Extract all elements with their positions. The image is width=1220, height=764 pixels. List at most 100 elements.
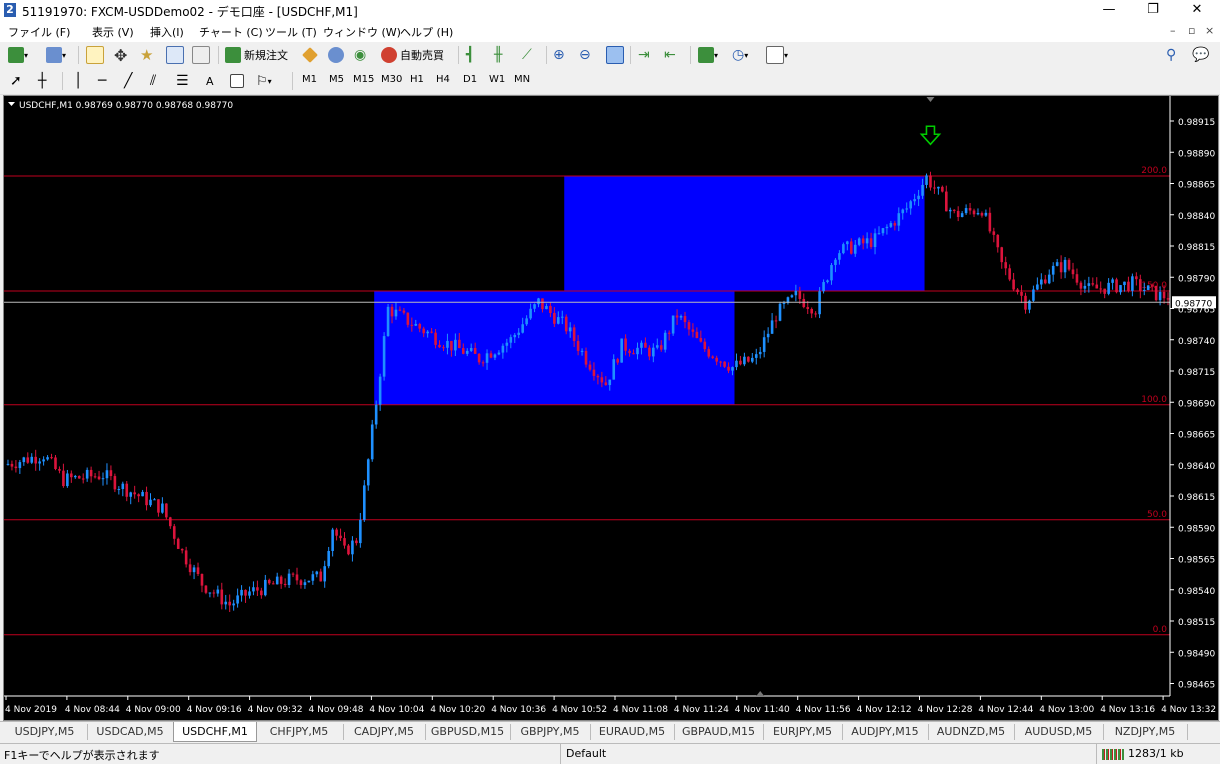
- menu-help[interactable]: ヘルプ (H): [400, 24, 453, 40]
- candle-body: [1162, 291, 1166, 299]
- mdi-restore-icon[interactable]: ▫: [1188, 24, 1195, 37]
- tab-usdcad-m5[interactable]: USDCAD,M5: [87, 724, 174, 740]
- fibonacci-icon[interactable]: ☰: [176, 72, 189, 90]
- zoom-out-icon[interactable]: ⊖: [579, 46, 591, 64]
- cursor-icon[interactable]: ➚: [10, 72, 22, 90]
- time-tick-label: 4 Nov 12:28: [918, 705, 973, 715]
- menu-insert[interactable]: 挿入(I): [150, 24, 184, 40]
- chat-icon[interactable]: 💬: [1192, 46, 1209, 64]
- profiles-icon[interactable]: ▾: [46, 46, 66, 64]
- candle-body: [1020, 291, 1023, 296]
- timeframe-h4[interactable]: H4: [436, 74, 450, 85]
- chart-shift-icon[interactable]: ⇤: [664, 46, 676, 64]
- tab-audusd-m5[interactable]: AUDUSD,M5: [1014, 724, 1104, 740]
- indicators-icon[interactable]: ▾: [698, 46, 718, 64]
- signals-icon[interactable]: [328, 46, 344, 64]
- candle-body: [636, 347, 639, 355]
- menu-file[interactable]: ファイル (F): [8, 24, 70, 40]
- price-tick-label: 0.98590: [1178, 524, 1215, 534]
- bar-chart-icon[interactable]: ┫: [466, 46, 474, 64]
- candle-body: [735, 360, 738, 368]
- candle-body: [212, 592, 216, 594]
- candle-body: [129, 492, 133, 497]
- candle-body: [1123, 281, 1126, 286]
- trendline-icon[interactable]: ╱: [124, 72, 132, 90]
- text-label-icon[interactable]: [230, 72, 244, 90]
- tab-usdchf-m1[interactable]: USDCHF,M1: [173, 722, 257, 742]
- new-order-button[interactable]: 新規注文: [225, 46, 288, 64]
- candle-body: [141, 491, 144, 497]
- tab-eurjpy-m5[interactable]: EURJPY,M5: [763, 724, 843, 740]
- candle-body: [26, 457, 30, 463]
- tab-chfjpy-m5[interactable]: CHFJPY,M5: [255, 724, 344, 740]
- menu-window[interactable]: ウィンドウ (W): [323, 24, 401, 40]
- auto-trading-button[interactable]: 自動売買: [381, 46, 444, 64]
- navigator-icon[interactable]: ★: [140, 46, 153, 64]
- candle-body: [469, 348, 473, 351]
- tab-euraud-m5[interactable]: EURAUD,M5: [590, 724, 675, 740]
- equidistant-channel-icon[interactable]: ⫽: [150, 72, 156, 90]
- menu-chart[interactable]: チャート (C): [199, 24, 263, 40]
- autoscroll-icon[interactable]: ⇥: [638, 46, 650, 64]
- new-order-icon: [225, 47, 241, 63]
- market-icon[interactable]: ◉: [354, 46, 366, 64]
- vertical-line-icon[interactable]: │: [74, 72, 82, 90]
- timeframe-d1[interactable]: D1: [463, 74, 477, 85]
- line-chart-icon[interactable]: ⟋: [522, 46, 532, 64]
- shapes-icon[interactable]: ⚐ ▾: [256, 72, 272, 90]
- minimize-button[interactable]: —: [1086, 0, 1132, 20]
- candle-body: [960, 213, 964, 218]
- candle-body: [873, 233, 877, 248]
- timeframe-m15[interactable]: M15: [353, 74, 374, 85]
- candle-body: [370, 424, 374, 460]
- mdi-close-icon[interactable]: ×: [1205, 24, 1214, 37]
- chart-window[interactable]: 200.0 150.0 100.0 50.0 0.0 0.98915 0.98890 0.98…: [3, 95, 1219, 721]
- horizontal-line-icon[interactable]: ─: [98, 72, 106, 90]
- tab-usdjpy-m5[interactable]: USDJPY,M5: [2, 724, 88, 740]
- timeframe-w1[interactable]: W1: [489, 74, 505, 85]
- timeframe-h1[interactable]: H1: [410, 74, 424, 85]
- mdi-minimize-icon[interactable]: –: [1170, 24, 1176, 37]
- metaeditor-icon[interactable]: [302, 46, 318, 64]
- candle-body: [632, 353, 635, 355]
- candle-body: [501, 345, 505, 353]
- zoom-in-icon[interactable]: ⊕: [553, 46, 565, 64]
- timeframe-m30[interactable]: M30: [381, 74, 402, 85]
- maximize-button[interactable]: ❐: [1130, 0, 1176, 20]
- candle-body: [1067, 259, 1071, 270]
- text-tool-icon[interactable]: A: [206, 72, 214, 90]
- templates-icon[interactable]: ▾: [766, 46, 788, 64]
- candle-body: [810, 308, 813, 314]
- candle-body: [117, 489, 121, 491]
- menu-view[interactable]: 表示 (V): [92, 24, 134, 40]
- candle-body: [529, 308, 532, 319]
- new-chart-icon[interactable]: ▾: [8, 46, 28, 64]
- timeframe-mn[interactable]: MN: [514, 74, 530, 85]
- candlestick-icon[interactable]: ╫: [494, 46, 502, 64]
- tab-audjpy-m15[interactable]: AUDJPY,M15: [842, 724, 929, 740]
- close-button[interactable]: ✕: [1174, 0, 1220, 20]
- candle-body: [89, 469, 93, 477]
- terminal-icon[interactable]: [166, 46, 184, 64]
- menu-tools[interactable]: ツール (T): [265, 24, 317, 40]
- tile-windows-icon[interactable]: [606, 46, 624, 64]
- tab-gbpjpy-m5[interactable]: GBPJPY,M5: [510, 724, 591, 740]
- tab-nzdjpy-m5[interactable]: NZDJPY,M5: [1103, 724, 1188, 740]
- tab-gbpaud-m15[interactable]: GBPAUD,M15: [674, 724, 764, 740]
- time-tick-label: 4 Nov 09:48: [309, 705, 364, 715]
- tab-gbpusd-m15[interactable]: GBPUSD,M15: [425, 724, 511, 740]
- price-chart[interactable]: 200.0 150.0 100.0 50.0 0.0 0.98915 0.98890 0.98…: [4, 96, 1218, 720]
- candle-body: [157, 499, 160, 513]
- tab-audnzd-m5[interactable]: AUDNZD,M5: [928, 724, 1015, 740]
- timeframe-m1[interactable]: M1: [302, 74, 317, 85]
- candle-body: [592, 369, 596, 376]
- data-window-icon[interactable]: ✥: [114, 46, 127, 65]
- periods-icon[interactable]: ◷ ▾: [732, 46, 748, 64]
- tab-cadjpy-m5[interactable]: CADJPY,M5: [343, 724, 426, 740]
- crosshair-icon[interactable]: ┼: [38, 72, 46, 90]
- timeframe-m5[interactable]: M5: [329, 74, 344, 85]
- strategy-tester-icon[interactable]: [192, 46, 210, 64]
- search-icon[interactable]: ⚲: [1166, 46, 1176, 64]
- candle-body: [525, 318, 528, 325]
- market-watch-icon[interactable]: [86, 46, 104, 64]
